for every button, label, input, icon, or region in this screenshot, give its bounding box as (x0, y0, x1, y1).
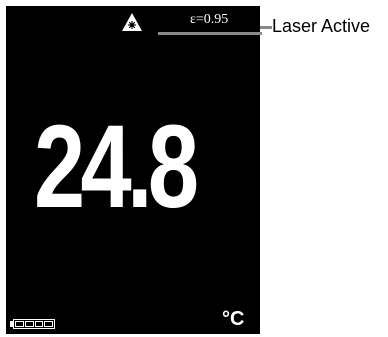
emissivity-value: ε=0.95 (190, 12, 229, 27)
temperature-unit: °C (222, 308, 245, 330)
battery-segment (24, 321, 34, 327)
thermometer-display: ε=0.95 24.8 °C (6, 6, 262, 334)
laser-warning-icon (122, 13, 142, 31)
battery-body (13, 319, 55, 329)
callout-leader-line (158, 32, 262, 35)
battery-segment (34, 321, 44, 327)
callout-leader-extension (260, 26, 272, 29)
battery-icon (10, 318, 58, 330)
battery-segment (44, 321, 53, 327)
battery-segment (15, 321, 24, 327)
temperature-reading: 24.8 (34, 101, 199, 233)
laser-active-callout: Laser Active (272, 16, 371, 36)
